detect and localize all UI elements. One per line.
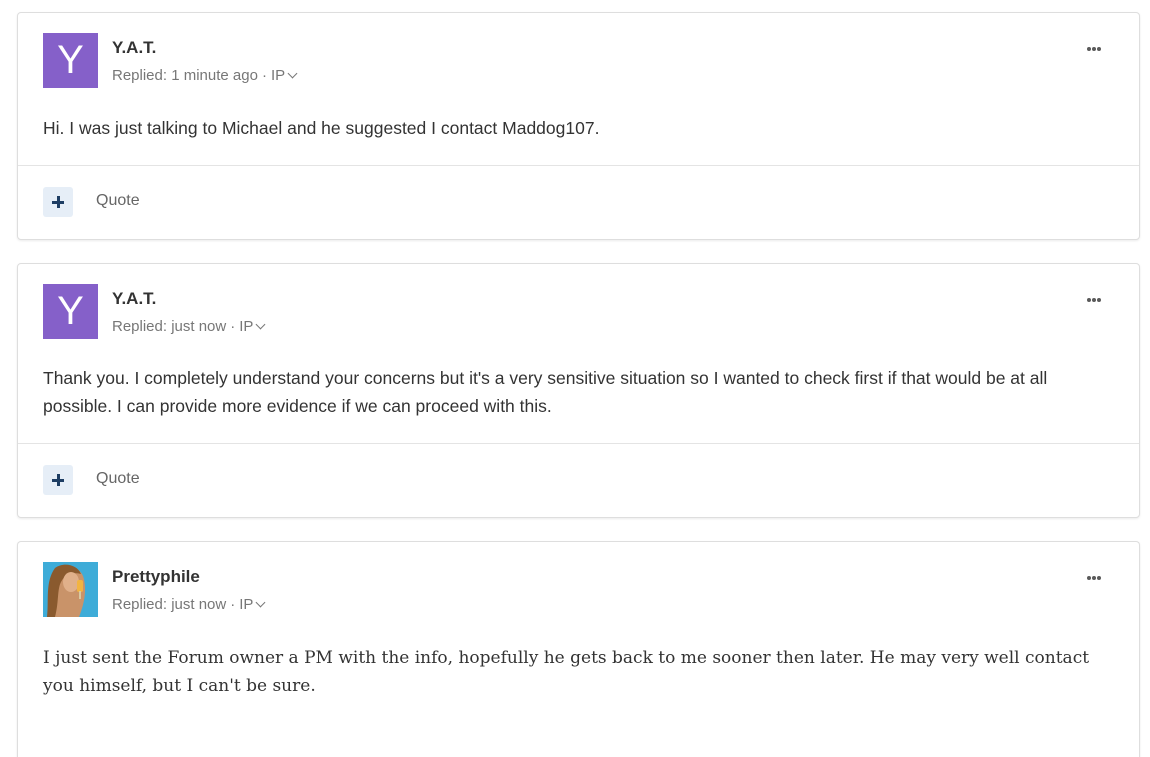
- avatar[interactable]: [43, 562, 98, 617]
- chevron-down-icon: [255, 319, 266, 330]
- post-body: Thank you. I completely understand your …: [43, 368, 1048, 416]
- reply-feed: Y Y.A.T. Replied: 1 minute ago · IP Hi. I …: [0, 0, 1150, 757]
- plus-icon[interactable]: [43, 465, 73, 495]
- meta-separator: ·: [230, 596, 236, 613]
- reply-time: Replied: 1 minute ago: [112, 67, 258, 84]
- post-body: Hi. I was just talking to Michael and he…: [43, 118, 600, 138]
- reply-meta: Replied: just now · IP: [112, 596, 266, 613]
- ip-label: IP: [239, 318, 254, 335]
- reply-time: Replied: just now: [112, 596, 227, 613]
- post-body: I just sent the Forum owner a PM with th…: [43, 648, 1090, 696]
- ip-dropdown[interactable]: IP: [270, 67, 298, 84]
- ip-label: IP: [239, 596, 254, 613]
- chevron-down-icon: [255, 597, 266, 608]
- avatar[interactable]: Y: [43, 33, 98, 88]
- reply-post: Prettyphile Replied: just now · IP I just …: [17, 541, 1140, 757]
- quote-button[interactable]: Quote: [96, 470, 140, 488]
- author-name[interactable]: Y.A.T.: [112, 289, 156, 309]
- ip-dropdown[interactable]: IP: [239, 318, 266, 335]
- reply-post: Y Y.A.T. Replied: just now · IP Thank you.…: [17, 263, 1140, 518]
- reply-meta: Replied: just now · IP: [112, 318, 266, 335]
- meta-separator: ·: [230, 318, 236, 335]
- ip-label: IP: [270, 67, 286, 84]
- ip-dropdown[interactable]: IP: [239, 596, 266, 613]
- post-header: Prettyphile Replied: just now · IP: [18, 542, 1139, 618]
- post-header: Y Y.A.T. Replied: just now · IP: [18, 264, 1139, 340]
- post-header: Y Y.A.T. Replied: 1 minute ago · IP: [18, 13, 1139, 89]
- post-footer: Quote: [18, 443, 1139, 517]
- author-name[interactable]: Y.A.T.: [112, 38, 156, 58]
- more-options-icon[interactable]: [1086, 292, 1101, 304]
- avatar-photo-icon: [43, 562, 98, 617]
- more-options-icon[interactable]: [1086, 570, 1101, 582]
- reply-meta: Replied: 1 minute ago · IP: [112, 67, 298, 84]
- author-name[interactable]: Prettyphile: [112, 567, 200, 587]
- avatar[interactable]: Y: [43, 284, 98, 339]
- chevron-down-icon: [287, 68, 298, 79]
- meta-separator: ·: [261, 67, 267, 84]
- post-footer: Quote: [18, 165, 1139, 239]
- quote-button[interactable]: Quote: [96, 192, 140, 210]
- reply-time: Replied: just now: [112, 318, 227, 335]
- reply-post: Y Y.A.T. Replied: 1 minute ago · IP Hi. I …: [17, 12, 1140, 240]
- plus-icon[interactable]: [43, 187, 73, 217]
- more-options-icon[interactable]: [1086, 41, 1101, 53]
